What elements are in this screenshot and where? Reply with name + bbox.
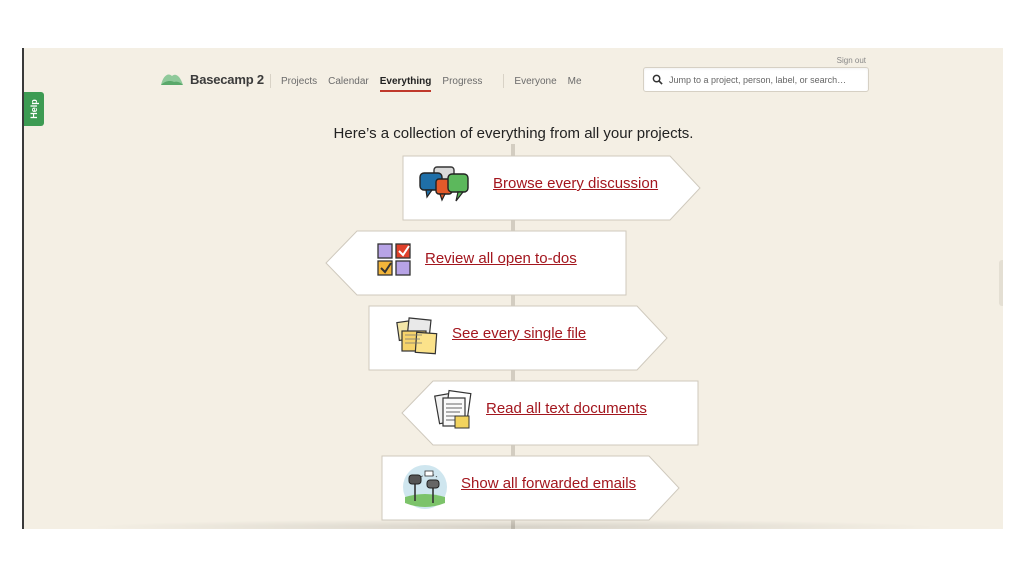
search-box[interactable] — [643, 67, 869, 92]
search-icon — [652, 74, 663, 85]
sign-out-link[interactable]: Sign out — [837, 56, 866, 65]
nav-progress[interactable]: Progress — [442, 76, 482, 87]
files-stack-icon — [396, 317, 438, 355]
nav-everything[interactable]: Everything — [379, 76, 431, 92]
logo-text: Basecamp 2 — [190, 71, 264, 87]
help-label: Help — [28, 99, 39, 119]
search-input[interactable] — [667, 73, 861, 86]
sign-browse-discussions[interactable]: Browse every discussion — [402, 155, 702, 221]
nav-divider — [503, 74, 505, 88]
nav-calendar[interactable]: Calendar — [328, 76, 369, 87]
main-nav: Projects Calendar Everything Progress Ev… — [260, 74, 593, 92]
todo-checkboxes-icon — [377, 243, 411, 276]
sign-label[interactable]: Read all text documents — [486, 400, 647, 417]
bottom-shadow — [84, 519, 943, 529]
page-headline: Here’s a collection of everything from a… — [333, 125, 694, 142]
app-window: Help Sign out Basecamp 2 Projects Calend… — [22, 48, 1003, 529]
mailboxes-icon — [403, 465, 447, 509]
basecamp-logo[interactable]: Basecamp 2 — [160, 70, 264, 88]
help-tab[interactable]: Help — [24, 92, 44, 126]
sign-see-files[interactable]: See every single file — [368, 305, 669, 371]
sign-label[interactable]: See every single file — [452, 325, 586, 342]
speech-bubbles-icon — [419, 166, 469, 202]
nav-everyone[interactable]: Everyone — [514, 76, 556, 87]
text-documents-icon — [434, 389, 472, 429]
sign-label[interactable]: Show all forwarded emails — [461, 475, 636, 492]
nav-projects[interactable]: Projects — [281, 76, 317, 87]
sign-forwarded-emails[interactable]: Show all forwarded emails — [381, 455, 681, 521]
sign-read-documents[interactable]: Read all text documents — [401, 380, 699, 446]
scroll-handle[interactable] — [999, 260, 1003, 306]
nav-divider — [270, 74, 271, 88]
sign-label[interactable]: Browse every discussion — [493, 175, 658, 192]
nav-me[interactable]: Me — [568, 76, 582, 87]
basecamp-logo-icon — [161, 74, 183, 85]
sign-review-todos[interactable]: Review all open to-dos — [325, 230, 627, 296]
sign-label[interactable]: Review all open to-dos — [425, 250, 577, 267]
